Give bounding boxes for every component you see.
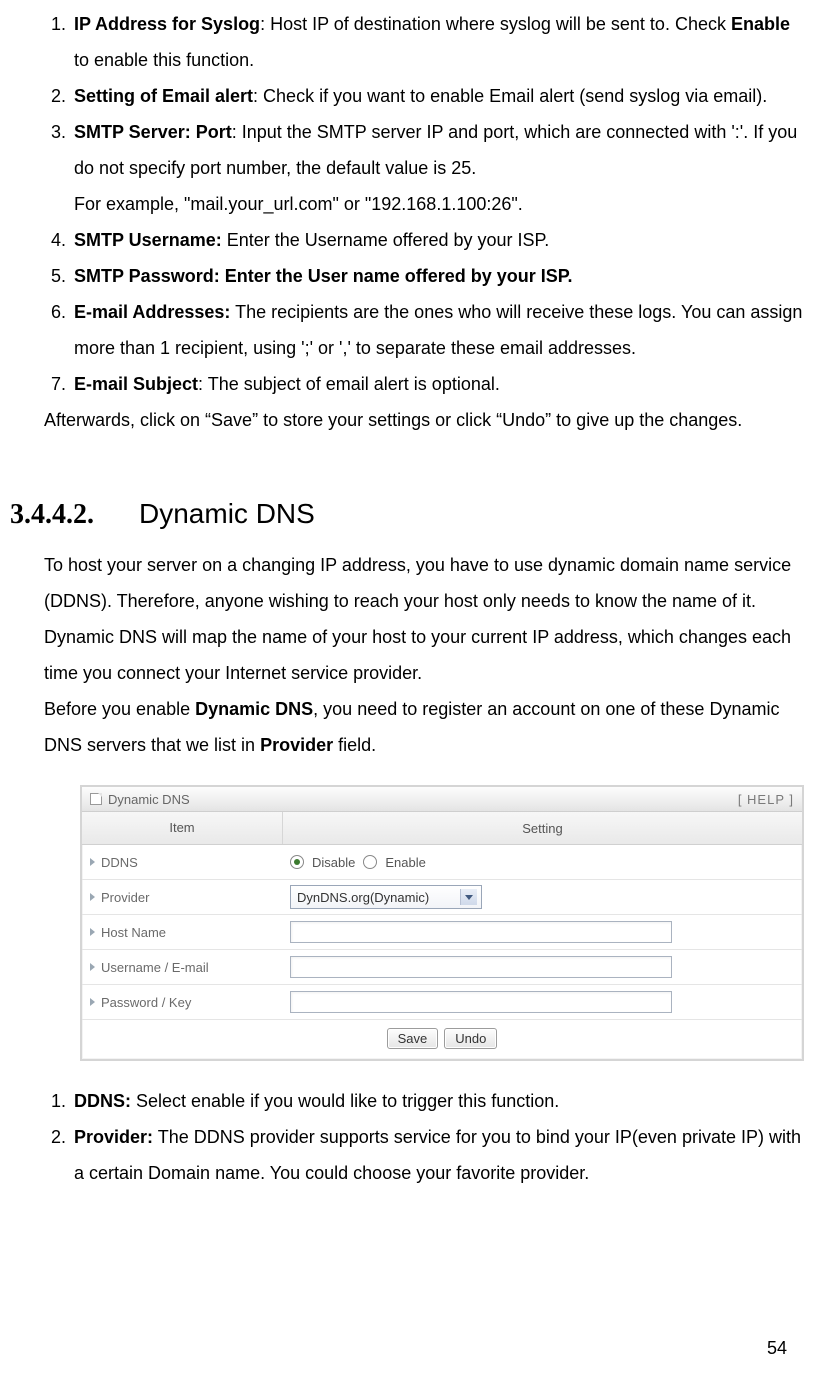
list-label: E-mail Addresses: <box>74 302 230 322</box>
list-item: 2. Provider: The DDNS provider supports … <box>44 1119 803 1191</box>
list-item: 1. IP Address for Syslog: Host IP of des… <box>44 6 803 78</box>
text-bold: Provider <box>260 735 333 755</box>
list-text: The DDNS provider supports service for y… <box>74 1127 801 1183</box>
page-icon <box>90 793 102 805</box>
row-label-text: Host Name <box>101 925 166 940</box>
triangle-icon <box>90 858 95 866</box>
table-row: Password / Key <box>82 985 802 1020</box>
row-label: Password / Key <box>82 995 282 1010</box>
list-label: Provider: <box>74 1127 153 1147</box>
panel-footer: Save Undo <box>82 1020 802 1059</box>
list-marker: 2. <box>44 78 66 114</box>
dynamic-dns-panel: Dynamic DNS [ HELP ] Item Setting DDNS D… <box>80 785 804 1061</box>
row-label-text: Username / E-mail <box>101 960 209 975</box>
text-bold: Dynamic DNS <box>195 699 313 719</box>
document-page: 1. IP Address for Syslog: Host IP of des… <box>0 0 835 1377</box>
row-label: Host Name <box>82 925 282 940</box>
header-item: Item <box>82 812 283 844</box>
list-marker: 6. <box>44 294 66 330</box>
row-label-text: Provider <box>101 890 149 905</box>
list-label: SMTP Server: Port <box>74 122 232 142</box>
triangle-icon <box>90 928 95 936</box>
triangle-icon <box>90 963 95 971</box>
list-marker: 2. <box>44 1119 66 1155</box>
radio-label: Enable <box>385 855 425 870</box>
section-heading: 3.4.4.2. Dynamic DNS <box>10 498 803 531</box>
after-list-paragraph: Afterwards, click on “Save” to store you… <box>10 402 803 438</box>
list-text: : Host IP of destination where syslog wi… <box>260 14 731 34</box>
row-label: Username / E-mail <box>82 960 282 975</box>
row-value <box>282 917 802 947</box>
row-value <box>282 952 802 982</box>
panel-title: Dynamic DNS <box>108 792 190 807</box>
list-item: 6. E-mail Addresses: The recipients are … <box>44 294 803 366</box>
list-marker: 7. <box>44 366 66 402</box>
row-label: DDNS <box>82 855 282 870</box>
list-label: IP Address for Syslog <box>74 14 260 34</box>
list-label: SMTP Username: <box>74 230 222 250</box>
row-label-text: Password / Key <box>101 995 191 1010</box>
syslog-list: 1. IP Address for Syslog: Host IP of des… <box>10 6 803 402</box>
panel-titlebar: Dynamic DNS [ HELP ] <box>82 787 802 812</box>
list-item: 5. SMTP Password: Enter the User name of… <box>44 258 803 294</box>
username-input[interactable] <box>290 956 672 978</box>
table-row: Provider DynDNS.org(Dynamic) <box>82 880 802 915</box>
section-title: Dynamic DNS <box>139 498 315 529</box>
help-link[interactable]: [ HELP ] <box>738 792 794 807</box>
select-value: DynDNS.org(Dynamic) <box>297 890 429 905</box>
chevron-down-icon <box>460 889 477 905</box>
triangle-icon <box>90 893 95 901</box>
list-marker: 1. <box>44 1083 66 1119</box>
page-number: 54 <box>767 1338 787 1359</box>
save-button[interactable]: Save <box>387 1028 439 1049</box>
list-text: Enter the Username offered by your ISP. <box>222 230 550 250</box>
row-value: DynDNS.org(Dynamic) <box>282 881 802 913</box>
radio-disable[interactable] <box>290 855 304 869</box>
list-text: : The subject of email alert is optional… <box>198 374 500 394</box>
list-label: Setting of Email alert <box>74 86 253 106</box>
list-label: SMTP Password: Enter the User name offer… <box>74 266 572 286</box>
table-row: DDNS Disable Enable <box>82 845 802 880</box>
list-label: Enable <box>731 14 790 34</box>
table-row: Username / E-mail <box>82 950 802 985</box>
list-item: 7. E-mail Subject: The subject of email … <box>44 366 803 402</box>
list-marker: 5. <box>44 258 66 294</box>
section-paragraph: Before you enable Dynamic DNS, you need … <box>10 691 803 763</box>
list-marker: 4. <box>44 222 66 258</box>
list-item: 4. SMTP Username: Enter the Username off… <box>44 222 803 258</box>
triangle-icon <box>90 998 95 1006</box>
list-marker: 1. <box>44 6 66 42</box>
radio-enable[interactable] <box>363 855 377 869</box>
ddns-list: 1. DDNS: Select enable if you would like… <box>10 1083 803 1191</box>
table-row: Host Name <box>82 915 802 950</box>
row-value <box>282 987 802 1017</box>
undo-button[interactable]: Undo <box>444 1028 497 1049</box>
section-number: 3.4.4.2. <box>10 499 94 530</box>
row-value: Disable Enable <box>282 851 802 874</box>
provider-select[interactable]: DynDNS.org(Dynamic) <box>290 885 482 909</box>
radio-label: Disable <box>312 855 355 870</box>
host-name-input[interactable] <box>290 921 672 943</box>
list-label: DDNS: <box>74 1091 131 1111</box>
row-label: Provider <box>82 890 282 905</box>
list-marker: 3. <box>44 114 66 150</box>
list-label: E-mail Subject <box>74 374 198 394</box>
list-item: 3. SMTP Server: Port: Input the SMTP ser… <box>44 114 803 222</box>
list-text: : Check if you want to enable Email aler… <box>253 86 767 106</box>
list-item: 1. DDNS: Select enable if you would like… <box>44 1083 803 1119</box>
section-paragraph: To host your server on a changing IP add… <box>10 547 803 691</box>
text: field. <box>333 735 376 755</box>
row-label-text: DDNS <box>101 855 138 870</box>
list-extra: For example, "mail.your_url.com" or "192… <box>74 194 523 214</box>
header-setting: Setting <box>283 821 802 836</box>
table-header: Item Setting <box>82 812 802 845</box>
list-text: Select enable if you would like to trigg… <box>131 1091 559 1111</box>
password-input[interactable] <box>290 991 672 1013</box>
list-text: to enable this function. <box>74 50 254 70</box>
list-item: 2. Setting of Email alert: Check if you … <box>44 78 803 114</box>
text: Before you enable <box>44 699 195 719</box>
